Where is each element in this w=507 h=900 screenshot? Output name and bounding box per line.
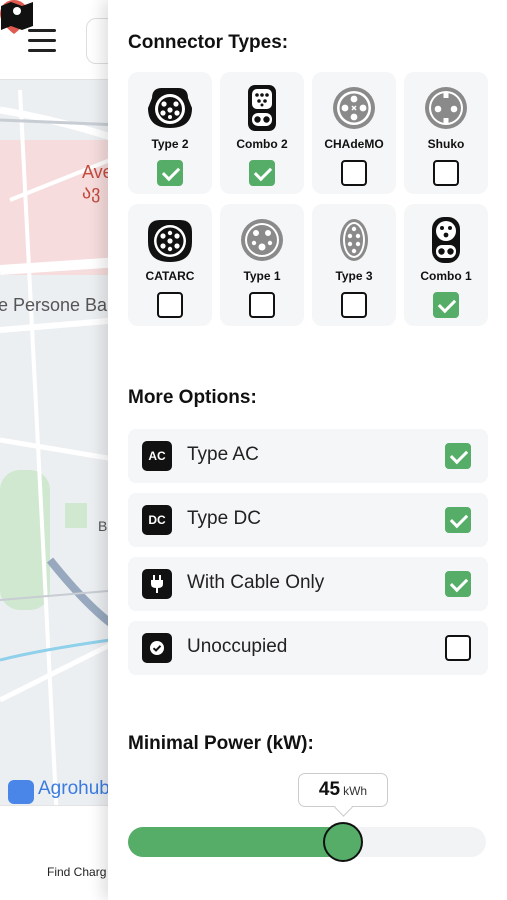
- option-row-type-dc[interactable]: DC Type DC: [128, 493, 488, 547]
- shop-pin-icon[interactable]: [8, 780, 34, 804]
- combo1-connector-icon: [432, 217, 460, 263]
- power-slider-fill: [128, 827, 343, 857]
- find-chargers-tab[interactable]: Find Charg: [47, 865, 106, 879]
- map-view[interactable]: H Ave ავ e Persone Ba B Agrohub Find Cha…: [0, 0, 120, 900]
- option-checkbox-type-ac[interactable]: [445, 443, 471, 469]
- option-row-with-cable[interactable]: With Cable Only: [128, 557, 488, 611]
- map-roads: [0, 89, 120, 881]
- plug-icon: [142, 569, 172, 599]
- connector-card-type2[interactable]: Type 2: [128, 72, 212, 194]
- connector-checkbox-type2[interactable]: [157, 160, 183, 186]
- more-options-title: More Options:: [128, 387, 257, 408]
- connector-card-shuko[interactable]: Shuko: [404, 72, 488, 194]
- option-label: Type AC: [187, 444, 259, 465]
- connector-card-type3[interactable]: Type 3: [312, 204, 396, 326]
- connector-card-combo1[interactable]: Combo 1: [404, 204, 488, 326]
- combo2-connector-icon: [248, 85, 276, 131]
- filter-panel: Connector Types: Type 2 Combo 2 CHAdeMO …: [108, 0, 507, 900]
- type3-connector-icon: [340, 219, 368, 261]
- connector-checkbox-combo1[interactable]: [433, 292, 459, 318]
- options-list: AC Type AC DC Type DC With Cable Only Un…: [128, 429, 488, 685]
- power-slider-thumb[interactable]: [323, 822, 363, 862]
- option-label: Unoccupied: [187, 636, 288, 657]
- connector-card-chademo[interactable]: CHAdeMO: [312, 72, 396, 194]
- map-label-place: B: [98, 518, 108, 534]
- connector-label: Type 1: [243, 269, 281, 283]
- connector-checkbox-chademo[interactable]: [341, 160, 367, 186]
- connector-card-catarc[interactable]: CATARC: [128, 204, 212, 326]
- connector-card-combo2[interactable]: Combo 2: [220, 72, 304, 194]
- connector-label: Combo 1: [420, 269, 472, 283]
- power-slider-track[interactable]: [128, 822, 486, 862]
- catarc-connector-icon: [148, 220, 192, 262]
- connector-checkbox-catarc[interactable]: [157, 292, 183, 318]
- connector-grid: Type 2 Combo 2 CHAdeMO Shuko CATARC Type…: [128, 72, 488, 326]
- connector-label: Combo 2: [236, 137, 288, 151]
- option-checkbox-with-cable[interactable]: [445, 571, 471, 597]
- connector-types-title: Connector Types:: [128, 32, 289, 53]
- map-nav-icon[interactable]: [0, 0, 34, 30]
- connector-checkbox-type1[interactable]: [249, 292, 275, 318]
- connector-card-type1[interactable]: Type 1: [220, 204, 304, 326]
- type2-connector-icon: [148, 88, 192, 128]
- check-circle-icon: [142, 633, 172, 663]
- minimal-power-title: Minimal Power (kW):: [128, 733, 314, 754]
- option-row-type-ac[interactable]: AC Type AC: [128, 429, 488, 483]
- option-label: With Cable Only: [187, 572, 325, 593]
- connector-label: CATARC: [145, 269, 195, 283]
- ac-badge-icon: AC: [142, 441, 172, 471]
- power-unit: kWh: [343, 784, 368, 798]
- map-label-hospital-sub: ავ: [82, 182, 101, 202]
- connector-label: Shuko: [427, 137, 465, 151]
- connector-checkbox-type3[interactable]: [341, 292, 367, 318]
- connector-label: Type 3: [335, 269, 373, 283]
- chademo-connector-icon: [333, 87, 375, 129]
- option-checkbox-type-dc[interactable]: [445, 507, 471, 533]
- power-value-tooltip: 45 kWh: [298, 773, 388, 807]
- option-checkbox-unoccupied[interactable]: [445, 635, 471, 661]
- menu-icon[interactable]: [28, 29, 56, 53]
- type1-connector-icon: [241, 219, 283, 261]
- option-label: Type DC: [187, 508, 261, 529]
- dc-badge-icon: DC: [142, 505, 172, 535]
- connector-label: CHAdeMO: [324, 137, 384, 151]
- connector-checkbox-shuko[interactable]: [433, 160, 459, 186]
- power-value: 45: [318, 779, 341, 800]
- map-label-street: e Persone Ba: [0, 295, 108, 315]
- connector-label: Type 2: [151, 137, 189, 151]
- shuko-connector-icon: [425, 87, 467, 129]
- option-row-unoccupied[interactable]: Unoccupied: [128, 621, 488, 675]
- bottom-nav: [0, 805, 120, 900]
- map-label-agrohub: Agrohub: [38, 778, 110, 799]
- connector-checkbox-combo2[interactable]: [249, 160, 275, 186]
